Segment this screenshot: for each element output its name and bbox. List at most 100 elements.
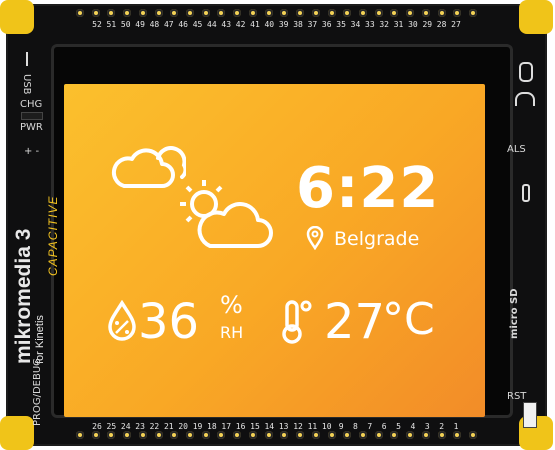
pin-label: 21 [163,422,174,431]
pin-label: 16 [235,422,246,431]
brand-subtitle: for Kinetis [34,315,46,364]
pin-label: 22 [149,422,160,431]
pin-label: 52 [92,20,102,29]
usb-icon [26,52,40,66]
pin-label: 32 [379,20,389,29]
prog-debug-label: PROG/DEBUG [32,358,43,426]
pin-label: 3 [424,422,430,431]
pin-label: 25 [106,422,117,431]
header-pin [248,431,257,439]
chg-label: CHG [20,99,43,110]
pin-label: 34 [350,20,361,29]
header-pin [280,9,289,17]
header-pin [421,431,430,439]
header-pin [138,431,147,439]
time-display: 6:22 [296,156,440,221]
pin-label: 37 [307,20,318,29]
pin-label: 9 [338,422,344,431]
header-pin [107,9,116,17]
header-pin [374,431,383,439]
header-pin [437,9,446,17]
pin-label: 40 [264,20,275,29]
header-pin [390,431,399,439]
pin-label: 35 [336,20,346,29]
header-pin [123,431,132,439]
header-pin [170,431,179,439]
header-pin [311,431,320,439]
sun-cloud-icon [180,180,273,248]
header-pin [390,9,399,17]
pin-label: 15 [250,422,260,431]
header-pin [406,9,415,17]
pin-label: 12 [293,422,303,431]
header-pin [264,9,273,17]
pin-label: 20 [178,422,188,431]
temperature-value: 27 [324,294,386,350]
header-pin [453,9,462,17]
pin-label: 47 [163,20,174,29]
pwr-label: PWR [20,122,43,133]
pin-label: 4 [410,422,416,431]
header-pin [154,9,163,17]
header-pin [343,9,352,17]
pin-label: 17 [221,422,232,431]
header-pin [91,9,100,17]
header-pin [280,431,289,439]
pin-label: 39 [278,20,289,29]
weather-screen: 6:22 Belgrade 36 % RH 27 °C [64,84,485,417]
pin-label: 48 [149,20,160,29]
rst-label: RST [507,391,527,402]
pin-label: 49 [135,20,145,29]
reset-button[interactable] [523,402,537,428]
header-pin [186,431,195,439]
pin-label: 19 [192,422,203,431]
humidity-drop-icon [108,300,136,341]
brand-title: mikromedia 3 [12,228,35,364]
header-pin [453,431,462,439]
capacitive-label: CAPACITIVE [46,195,60,276]
chg-led [21,112,43,120]
pin-label: 29 [422,20,433,29]
pin-label: 41 [250,20,260,29]
cloud-icon [111,146,186,188]
pin-label: 14 [264,422,275,431]
header-pin [468,9,477,17]
header-pin [264,431,273,439]
header-pin [327,9,336,17]
location-pin-icon [306,226,324,250]
pin-label: 28 [436,20,447,29]
header-pin [217,9,226,17]
pin-label: 5 [396,422,401,431]
pin-label: 38 [293,20,303,29]
board-corner-tl [0,0,34,34]
pin-label: 42 [235,20,246,29]
header-pin [186,9,195,17]
pin-label: 46 [178,20,188,29]
city-label: Belgrade [334,228,420,250]
board-corner-bl [0,416,34,450]
pin-label: 33 [365,20,375,29]
header-pin [201,9,210,17]
header-pin [327,431,336,439]
humidity-unit: RH [220,323,244,342]
pin-label: 36 [321,20,332,29]
pin-label: 18 [207,422,217,431]
header-pin [170,9,179,17]
pin-label: 51 [106,20,117,29]
header-pin [201,431,210,439]
pin-label: 13 [278,422,289,431]
pin-label: 45 [192,20,203,29]
mic-icon [519,62,533,82]
headphone-icon [515,92,535,106]
usb-label: USB [21,74,32,95]
left-side-panel: USB CHG PWR + - mikromedia 3 for Kinetis… [12,34,60,426]
als-label: ALS [507,144,526,155]
header-pin [248,9,257,17]
header-pin [296,9,305,17]
humidity-value: 36 [138,294,200,350]
header-pin [233,431,242,439]
pin-label: 43 [221,20,232,29]
pin-label: 11 [307,422,318,431]
pin-label: 23 [135,422,145,431]
header-pin [343,431,352,439]
